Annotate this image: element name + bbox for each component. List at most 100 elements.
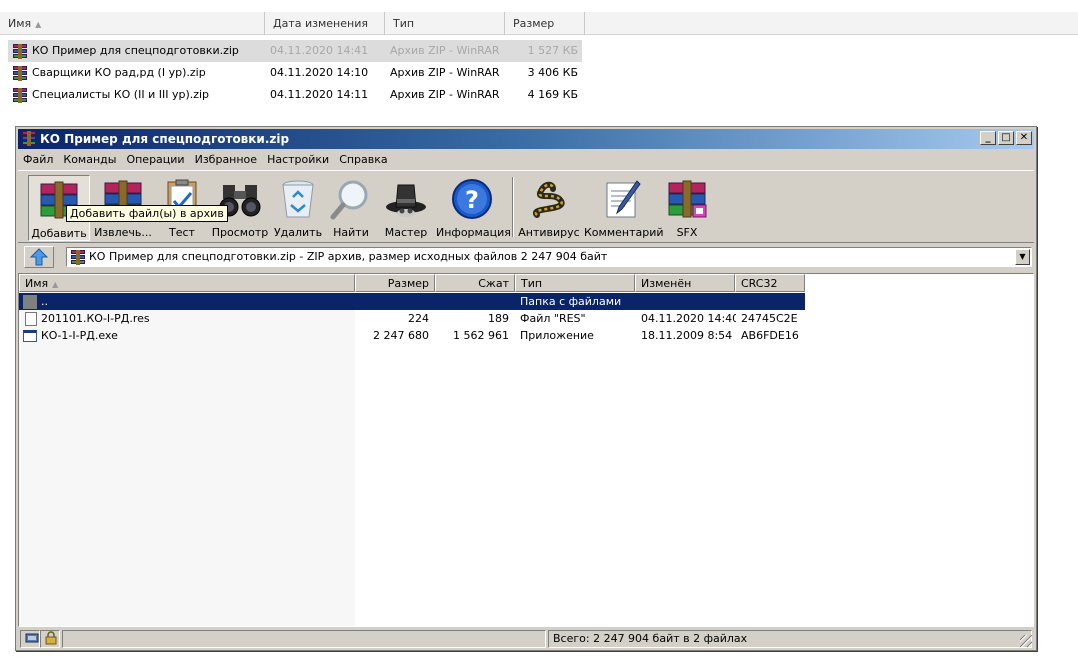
- row-size: 2 247 680: [373, 329, 429, 342]
- archive-file-list: Имя ▲ Размер Сжат Тип Изменён CRC32 .. Па…: [18, 273, 1034, 627]
- delete-button[interactable]: Удалить: [272, 175, 324, 241]
- close-button[interactable]: ✕: [1016, 131, 1032, 145]
- file-name: КО Пример для спецподготовки.zip: [32, 44, 239, 57]
- column-size-header[interactable]: Размер: [505, 12, 585, 35]
- table-row[interactable]: 201101.КО-I-РД.res 224 189 Файл "RES" 04…: [19, 310, 805, 327]
- magnifier-icon: [330, 180, 368, 220]
- address-text: КО Пример для спецподготовки.zip - ZIP а…: [89, 250, 608, 263]
- explorer-file-row[interactable]: Специалисты КО (II и III ур).zip 04.11.2…: [8, 84, 582, 106]
- menu-help[interactable]: Справка: [334, 150, 392, 169]
- find-button[interactable]: Найти: [326, 175, 376, 241]
- file-icon: [25, 312, 37, 326]
- toolbar-label: Удалить: [273, 226, 323, 239]
- comment-button[interactable]: Комментарий: [584, 175, 664, 241]
- column-type-header[interactable]: Тип: [385, 12, 505, 35]
- row-name: 201101.КО-I-РД.res: [41, 312, 150, 325]
- row-packed: 1 562 961: [453, 329, 509, 342]
- toolbar-label: Найти: [333, 226, 369, 239]
- winrar-archive-icon: [12, 65, 28, 81]
- row-type: Папка с файлами: [520, 295, 622, 308]
- toolbar-label: Добавить: [31, 227, 87, 240]
- winrar-archive-icon: [12, 43, 28, 59]
- address-bar: КО Пример для спецподготовки.zip - ZIP а…: [18, 245, 1034, 269]
- toolbar-label: Антивирус: [518, 226, 580, 239]
- list-column-type[interactable]: Тип: [515, 274, 635, 292]
- title-bar[interactable]: КО Пример для спецподготовки.zip _ □ ✕: [18, 129, 1034, 149]
- chevron-down-icon[interactable]: ▼: [1015, 249, 1030, 265]
- file-name: Сварщики КО рад,рд (I ур).zip: [32, 66, 206, 79]
- sort-ascending-icon: ▲: [35, 20, 42, 29]
- menu-commands[interactable]: Команды: [58, 150, 121, 169]
- menu-settings[interactable]: Настройки: [262, 150, 334, 169]
- tooltip: Добавить файл(ы) в архив: [66, 205, 228, 222]
- file-date: 04.11.2020 14:11: [270, 88, 369, 101]
- resize-grip[interactable]: [1020, 635, 1032, 647]
- row-name: ..: [41, 295, 48, 308]
- file-size: 3 406 КБ: [527, 66, 578, 79]
- explorer-file-row[interactable]: КО Пример для спецподготовки.zip 04.11.2…: [8, 40, 582, 62]
- menu-favorites[interactable]: Избранное: [190, 150, 262, 169]
- file-date: 04.11.2020 14:10: [270, 66, 369, 79]
- column-date-header[interactable]: Дата изменения: [265, 12, 385, 35]
- status-summary: Всего: 2 247 904 байт в 2 файлах: [548, 630, 1032, 648]
- row-packed: 189: [488, 312, 509, 325]
- row-type: Приложение: [520, 329, 594, 342]
- list-row-parent[interactable]: .. Папка с файлами: [19, 293, 805, 310]
- list-column-packed[interactable]: Сжат: [435, 274, 515, 292]
- up-folder-button[interactable]: [24, 246, 54, 268]
- toolbar-separator: [512, 177, 514, 237]
- toolbar-label: Комментарий: [584, 226, 664, 239]
- list-column-size[interactable]: Размер: [355, 274, 435, 292]
- menu-file[interactable]: Файл: [18, 150, 58, 169]
- column-name-header[interactable]: Имя ▲: [0, 12, 265, 35]
- file-size: 1 527 КБ: [527, 44, 578, 57]
- snake-antivirus-icon: [532, 181, 565, 218]
- toolbar: Добавить Извлечь... Тест Просмотр Удалит…: [18, 170, 1034, 243]
- row-crc: 24745C2E: [741, 312, 798, 325]
- toolbar-label: Просмотр: [211, 226, 269, 239]
- winrar-window: КО Пример для спецподготовки.zip _ □ ✕ Фай…: [15, 126, 1037, 651]
- status-bar: Всего: 2 247 904 байт в 2 файлах: [18, 629, 1034, 649]
- minimize-button[interactable]: _: [980, 131, 996, 145]
- toolbar-label: Мастер: [384, 226, 428, 239]
- toolbar-label: SFX: [676, 226, 698, 239]
- comment-icon: [606, 180, 641, 218]
- row-crc: AB6FDE16: [741, 329, 799, 342]
- toolbar-label: Информация: [436, 226, 511, 239]
- winrar-app-icon[interactable]: [21, 131, 37, 146]
- list-column-modified[interactable]: Изменён: [635, 274, 735, 292]
- recycle-bin-icon: [282, 180, 314, 218]
- file-size: 4 169 КБ: [527, 88, 578, 101]
- file-type: Архив ZIP - WinRAR: [390, 44, 500, 57]
- wizard-button[interactable]: Мастер: [378, 175, 434, 241]
- parent-folder-icon: [23, 295, 37, 309]
- toolbar-label: Извлечь...: [94, 226, 152, 239]
- row-modified: 18.11.2009 8:54: [641, 329, 733, 342]
- row-modified: 04.11.2020 14:40: [641, 312, 736, 325]
- maximize-button[interactable]: □: [998, 131, 1014, 145]
- menu-bar: Файл Команды Операции Избранное Настройки Спр…: [18, 150, 393, 169]
- sfx-button[interactable]: SFX: [660, 175, 714, 241]
- file-date: 04.11.2020 14:41: [270, 44, 369, 57]
- address-field[interactable]: КО Пример для спецподготовки.zip - ZIP а…: [66, 247, 1032, 267]
- table-row[interactable]: КО-1-I-РД.exe 2 247 680 1 562 961 Прилож…: [19, 327, 805, 344]
- window-title: КО Пример для спецподготовки.zip: [40, 132, 290, 146]
- wizard-hat-icon: [386, 184, 426, 217]
- menu-operations[interactable]: Операции: [121, 150, 189, 169]
- lock-icon[interactable]: [40, 630, 60, 648]
- row-size: 224: [408, 312, 429, 325]
- file-type: Архив ZIP - WinRAR: [390, 66, 500, 79]
- up-arrow-icon: [29, 248, 49, 266]
- explorer-file-row[interactable]: Сварщики КО рад,рд (I ур).zip 04.11.2020…: [8, 62, 582, 84]
- file-type: Архив ZIP - WinRAR: [390, 88, 500, 101]
- status-panel-left: [62, 630, 546, 648]
- exe-application-icon: [23, 330, 37, 342]
- explorer-column-header: Имя ▲ Дата изменения Тип Размер: [0, 12, 1078, 35]
- drive-icon[interactable]: [20, 630, 40, 648]
- list-column-name[interactable]: Имя ▲: [19, 274, 355, 292]
- row-type: Файл "RES": [520, 312, 586, 325]
- info-button[interactable]: ? Информация: [436, 175, 511, 241]
- sort-ascending-icon: ▲: [52, 280, 59, 289]
- list-column-crc[interactable]: CRC32: [735, 274, 805, 292]
- antivirus-button[interactable]: Антивирус: [518, 175, 580, 241]
